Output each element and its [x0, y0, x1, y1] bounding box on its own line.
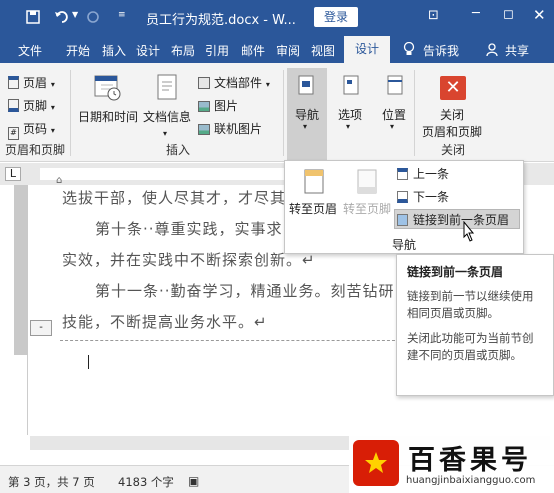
word-count[interactable]: 4183 个字 [118, 474, 174, 490]
footer-button[interactable]: 页脚 ▾ [8, 97, 55, 114]
tab-header-footer-design[interactable]: 设计 [344, 36, 390, 64]
link-to-previous-label: 链接到前一条页眉 [397, 211, 509, 228]
group-divider [414, 70, 415, 156]
page-count[interactable]: 第 3 页，共 7 页 [8, 474, 95, 490]
tab-home[interactable]: 开始 [66, 42, 90, 59]
text-cursor [88, 355, 89, 369]
picture-button[interactable]: 图片 [198, 97, 238, 114]
doc-line: 实效，并在实践中不断探索创新。↵ [62, 251, 316, 269]
share-button[interactable]: 共享 [505, 42, 529, 59]
customize-qat-icon[interactable]: ≡ [118, 10, 126, 20]
options-icon [343, 75, 359, 95]
next-button[interactable]: 下一条 [397, 188, 449, 205]
position-icon [387, 75, 403, 95]
online-pictures-button[interactable]: 联机图片 [198, 120, 262, 137]
close-icon[interactable]: ✕ [533, 6, 546, 24]
tab-layout[interactable]: 布局 [171, 42, 195, 59]
watermark-logo [353, 440, 399, 486]
tab-insert[interactable]: 插入 [102, 42, 126, 59]
lightbulb-icon [403, 42, 415, 55]
header-button[interactable]: 页眉 ▾ [8, 74, 55, 91]
link-icon [397, 214, 408, 226]
vertical-ruler-margin [14, 185, 28, 355]
user-icon [486, 43, 498, 57]
navigation-chevron-icon: ▾ [303, 122, 308, 131]
tooltip-title: 链接到前一条页眉 [407, 265, 504, 279]
undo-dropdown-icon[interactable]: ▼ [72, 10, 78, 19]
proofing-icon[interactable]: ▣ [188, 474, 199, 488]
mouse-pointer-icon [463, 221, 474, 242]
next-icon [397, 191, 408, 203]
footer-tab-marker: - [30, 320, 52, 336]
navigation-label: 导航 [295, 108, 320, 122]
navigation-group-label: 导航 [392, 238, 417, 252]
page-number-icon: # [8, 127, 19, 140]
position-chevron-icon: ▾ [390, 122, 395, 131]
calendar-clock-icon [94, 75, 121, 101]
document-info-button[interactable]: 文档信息 ▾ [143, 108, 191, 139]
save-icon[interactable] [26, 10, 40, 24]
tell-me-input[interactable]: 告诉我 [423, 42, 459, 59]
watermark-url: huangjinbaixiangguo.com [406, 475, 536, 486]
group-divider [283, 70, 284, 156]
tab-review[interactable]: 审阅 [276, 42, 300, 59]
previous-icon [397, 168, 408, 180]
goto-header-button[interactable]: 转至页眉 [289, 200, 337, 217]
group-label-insert: 插入 [166, 143, 191, 157]
previous-button[interactable]: 上一条 [397, 165, 449, 182]
title-bar: ▼ ≡ 员工行为规范.docx - W... 登录 ⊡ ─ ◻ ✕ [0, 0, 554, 36]
restore-icon[interactable]: ◻ [503, 7, 514, 22]
tooltip-description: 关闭此功能可为当前节创建不同的页眉或页脚。 [407, 331, 534, 362]
redo-icon[interactable] [86, 10, 100, 24]
quick-parts-button[interactable]: 文档部件 ▾ [198, 74, 270, 91]
ruler-text-area [40, 168, 290, 180]
ribbon-tabs: 文件 开始 插入 设计 布局 引用 邮件 审阅 视图 告诉我 共享 [0, 36, 554, 63]
minimize-icon[interactable]: ─ [472, 6, 480, 21]
login-button[interactable]: 登录 [314, 7, 358, 27]
goto-header-icon [304, 169, 324, 194]
tooltip-description: 链接到前一节以继续使用相同页眉或页脚。 [407, 289, 534, 320]
datetime-button[interactable]: 日期和时间 [78, 108, 138, 125]
doc-line: 第十一条··勤奋学习，精通业务。刻苦钻研 [95, 282, 395, 300]
tooltip: 链接到前一条页眉 链接到前一节以继续使用相同页眉或页脚。 关闭此功能可为当前节创… [396, 254, 554, 396]
group-divider [70, 70, 71, 156]
doc-line: 选拔干部，使人尽其才，才尽其 [62, 189, 287, 207]
undo-icon[interactable] [54, 10, 70, 24]
watermark-text: 百香果号 [408, 445, 532, 476]
footer-icon [8, 99, 19, 112]
group-label-close: 关闭 [441, 143, 466, 157]
document-info-icon [157, 74, 177, 100]
document-title: 员工行为规范.docx - W... [146, 13, 296, 28]
online-pictures-icon [198, 124, 210, 135]
doc-line: 技能，不断提高业务水平。↵ [62, 313, 268, 331]
group-label-header-footer: 页眉和页脚 [5, 143, 66, 157]
tab-file[interactable]: 文件 [18, 42, 42, 59]
picture-icon [198, 101, 210, 112]
close-header-footer-icon: ✕ [440, 76, 466, 100]
doc-line: 第十条··尊重实践，实事求 [95, 220, 283, 238]
page-number-button[interactable]: # 页码 ▾ [8, 120, 55, 140]
header-boundary [60, 340, 400, 341]
tab-references[interactable]: 引用 [205, 42, 229, 59]
position-button[interactable]: 位置 [382, 106, 406, 123]
options-button[interactable]: 选项 [338, 106, 362, 123]
tab-mailings[interactable]: 邮件 [241, 42, 265, 59]
star-icon [365, 452, 387, 473]
goto-footer-icon [357, 169, 377, 194]
header-icon [8, 76, 19, 89]
ribbon-display-icon[interactable]: ⊡ [428, 8, 439, 23]
close-header-footer-button[interactable]: 关闭 页眉和页脚 [422, 106, 482, 140]
options-chevron-icon: ▾ [346, 122, 351, 131]
tab-design[interactable]: 设计 [136, 42, 160, 59]
navigation-icon [298, 75, 314, 95]
goto-footer-button: 转至页脚 [343, 202, 392, 216]
tab-view[interactable]: 视图 [311, 42, 335, 59]
tab-selector[interactable]: L [5, 167, 21, 181]
quick-parts-icon [198, 77, 210, 89]
